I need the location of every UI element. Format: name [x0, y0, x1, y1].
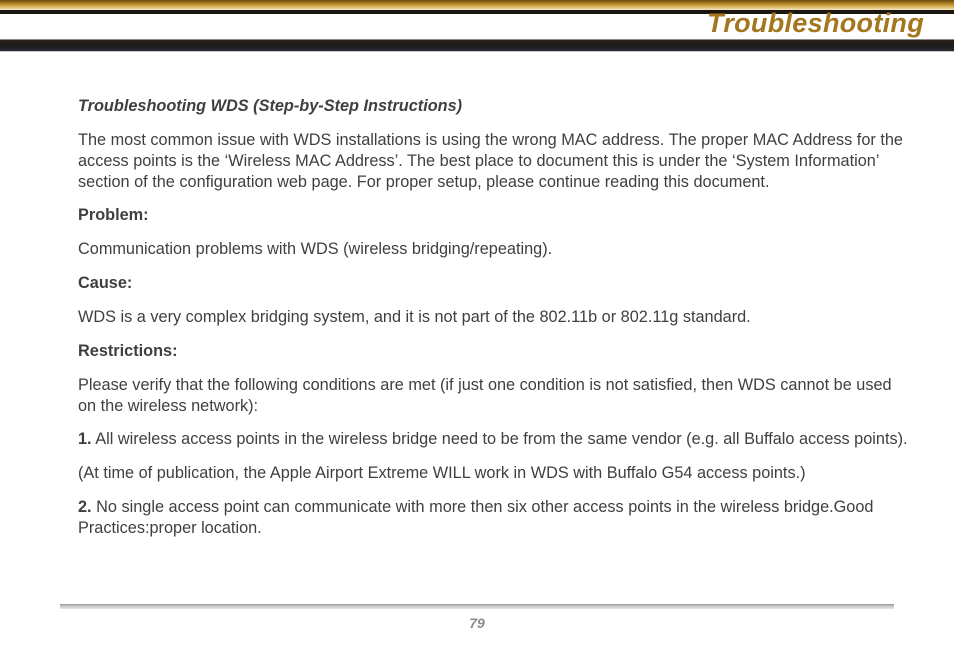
page-number: 79 — [469, 615, 485, 631]
content-area: Troubleshooting WDS (Step-by-Step Instru… — [78, 96, 914, 552]
footer-rule — [60, 604, 894, 609]
document-page: Troubleshooting Troubleshooting WDS (Ste… — [0, 0, 954, 661]
restriction-item-1: 1. All wireless access points in the wir… — [78, 429, 914, 450]
intro-paragraph: The most common issue with WDS installat… — [78, 130, 914, 193]
section-heading: Troubleshooting WDS (Step-by-Step Instru… — [78, 96, 914, 117]
banner-thin-line-lower — [0, 51, 954, 52]
footer: 79 — [60, 604, 894, 633]
restrictions-text: Please verify that the following conditi… — [78, 375, 914, 417]
restriction-item-2: 2. No single access point can communicat… — [78, 497, 914, 539]
problem-text: Communication problems with WDS (wireles… — [78, 239, 914, 260]
header-banner: Troubleshooting — [0, 0, 954, 60]
list-number-2: 2. — [78, 498, 92, 516]
banner-dark-stripe-lower — [0, 40, 954, 51]
cause-label: Cause: — [78, 273, 914, 294]
restrictions-label: Restrictions: — [78, 341, 914, 362]
restriction-item-1-note: (At time of publication, the Apple Airpo… — [78, 463, 914, 484]
cause-text: WDS is a very complex bridging system, a… — [78, 307, 914, 328]
problem-label: Problem: — [78, 205, 914, 226]
list-text-2: No single access point can communicate w… — [78, 498, 873, 537]
list-text-1: All wireless access points in the wirele… — [92, 430, 908, 448]
list-number-1: 1. — [78, 430, 92, 448]
page-title: Troubleshooting — [707, 8, 924, 39]
